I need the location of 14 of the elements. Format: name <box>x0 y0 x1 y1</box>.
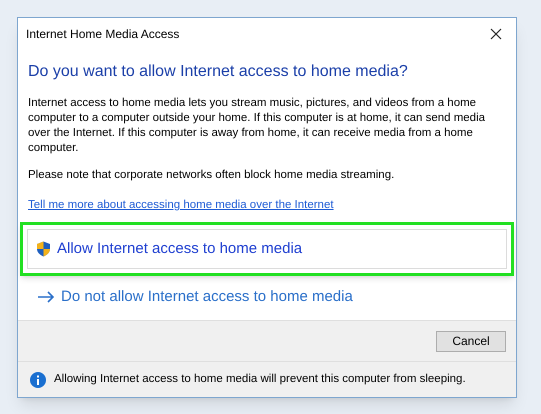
description-text: Internet access to home media lets you stream music, pictures, and videos from a home computer to a computer outside your home. If this computer is at home, it can send media over the Internet. If this computer is away from home, it can receive media from a home computer. <box>28 96 486 156</box>
description-text: Please note that corporate networks often block home media streaming. <box>28 168 396 183</box>
footer-text: Allowing Internet access to home media will prevent this computer from sleeping. <box>54 372 466 387</box>
help-link[interactable]: Tell me more about accessing home media over the Internet <box>28 197 334 214</box>
cancel-button[interactable]: Cancel <box>436 330 506 352</box>
close-button[interactable] <box>488 26 504 42</box>
shield-icon <box>36 241 51 258</box>
option-button[interactable]: Do not allow Internet access to home media <box>28 277 506 318</box>
arrow-icon <box>37 291 55 304</box>
option-button[interactable]: Allow Internet access to home media <box>27 229 507 270</box>
info-icon <box>30 372 46 388</box>
close-icon <box>490 28 502 40</box>
window-title: Internet Home Media Access <box>26 26 180 43</box>
dialog-heading: Do you want to allow Internet access to home media? <box>28 62 409 82</box>
